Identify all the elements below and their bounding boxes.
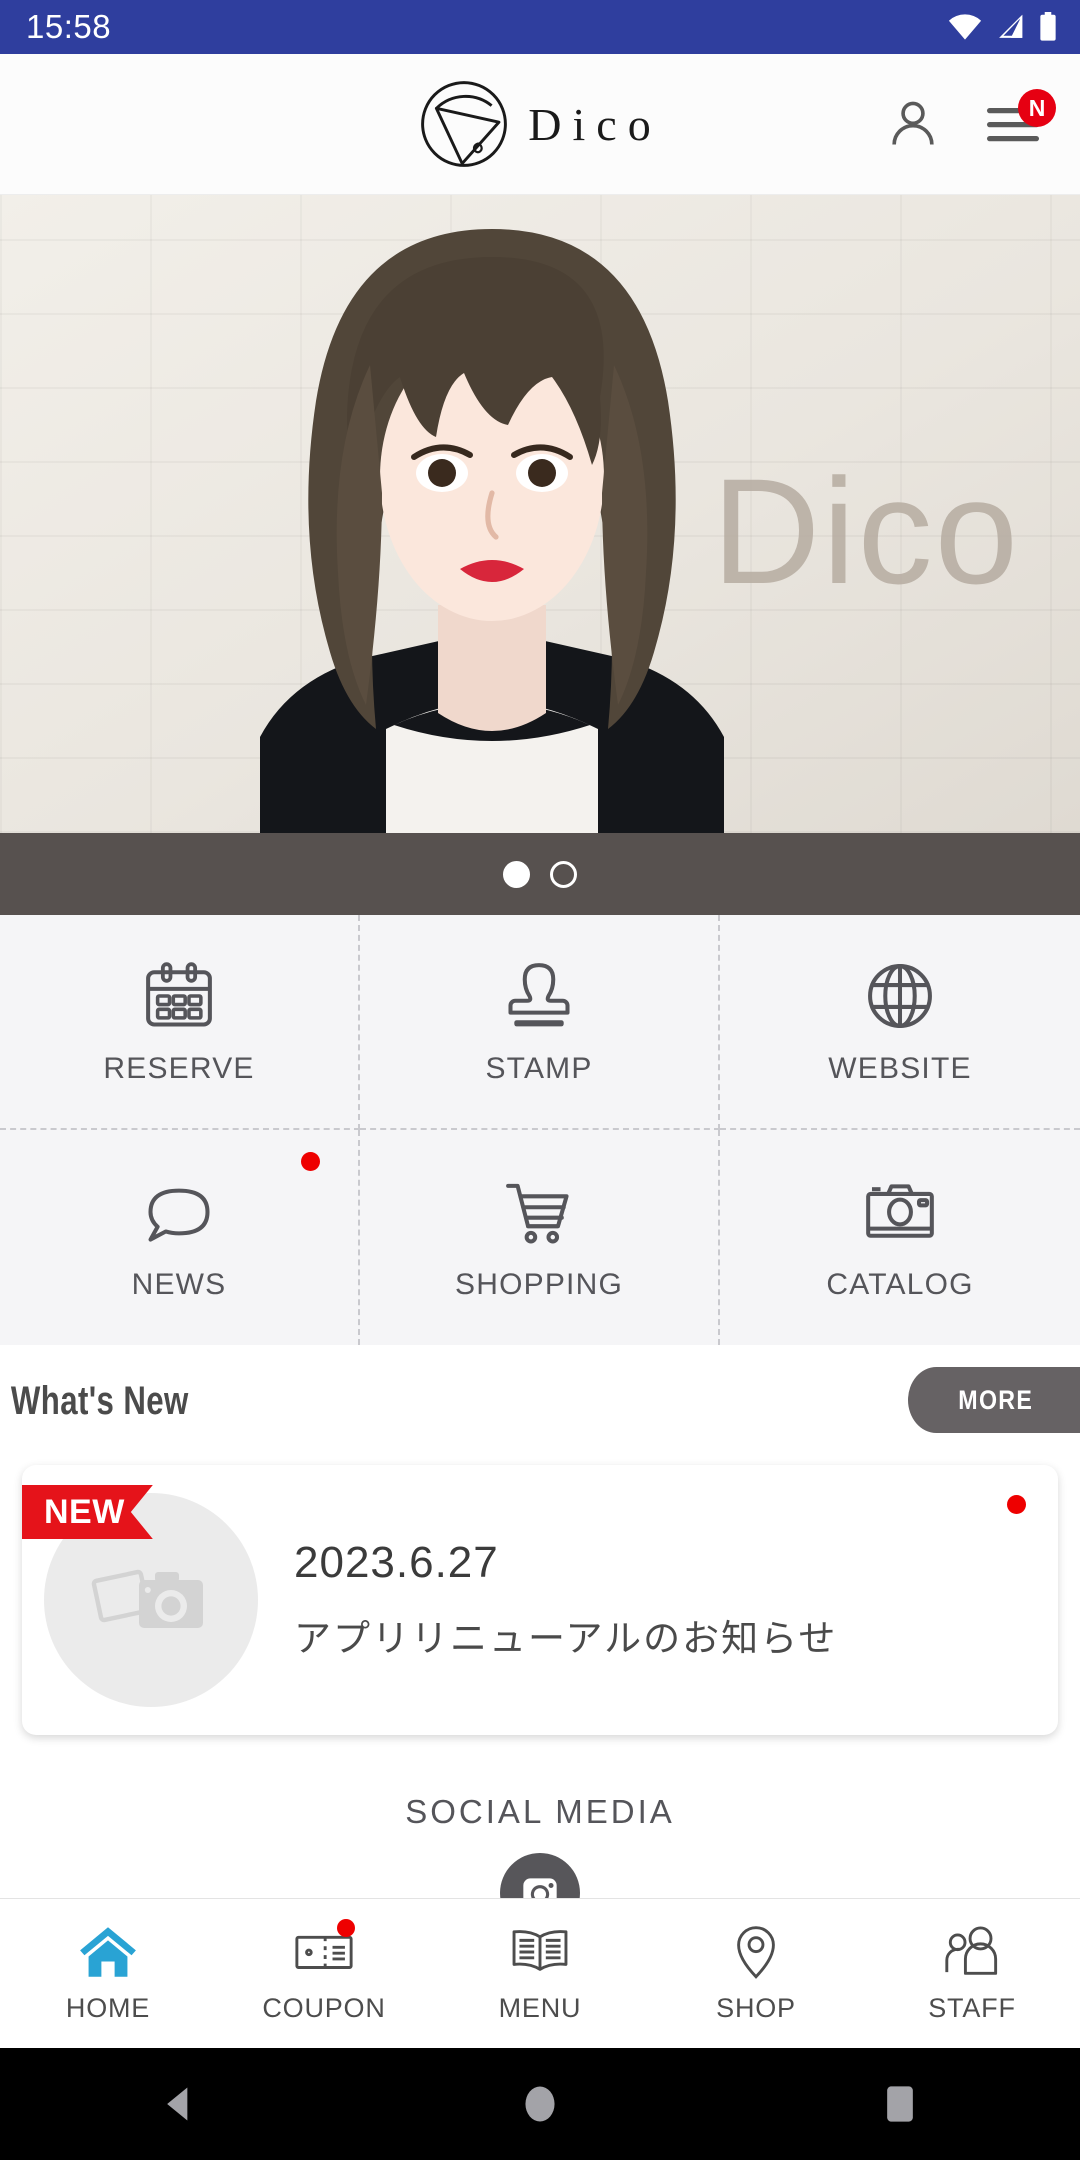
grid-item-label: STAMP <box>485 1051 593 1085</box>
bottom-navigation: HOME COUPON MENU SHOP STAFF <box>0 1898 1080 2048</box>
wifi-icon <box>948 14 982 40</box>
android-back-button[interactable] <box>105 2048 255 2160</box>
hero-model-figure <box>260 229 724 833</box>
shopping-cart-icon <box>506 1183 569 1243</box>
hero-image: Dico <box>0 195 1080 833</box>
app-root: 15:58 Dico N Dico RESERVE STAMP WEBSITE … <box>0 0 1080 2160</box>
nav-label: COUPON <box>262 1993 386 2023</box>
nav-item-shop[interactable]: SHOP <box>648 1899 864 2048</box>
globe-icon <box>868 963 932 1028</box>
home-icon <box>525 2086 555 2122</box>
whats-new-more-button[interactable]: MORE <box>908 1367 1080 1433</box>
grid-item-news[interactable]: NEWS <box>0 1130 360 1345</box>
grid-item-shopping[interactable]: SHOPPING <box>360 1130 720 1345</box>
open-book-icon <box>512 1930 568 1971</box>
grid-item-website[interactable]: WEBSITE <box>720 915 1080 1130</box>
status-bar: 15:58 <box>0 0 1080 54</box>
news-title: アプリリニューアルのお知らせ <box>294 1618 838 1659</box>
brand-logo-text: Dico <box>528 98 662 150</box>
android-navigation-bar <box>0 2048 1080 2160</box>
news-card-unread-badge <box>1007 1495 1026 1514</box>
news-date: 2023.6.27 <box>294 1538 499 1587</box>
recents-icon <box>887 2086 913 2122</box>
android-home-button[interactable] <box>465 2048 615 2160</box>
camera-icon <box>866 1183 934 1238</box>
map-pin-icon <box>737 1926 775 1979</box>
person-icon <box>892 101 934 145</box>
carousel-indicator[interactable] <box>0 833 1080 915</box>
grid-item-label: RESERVE <box>103 1051 255 1085</box>
speech-bubble-icon <box>148 1188 210 1242</box>
news-card[interactable]: NEW 2023.6.27 アプリリニューアルのお知らせ <box>22 1465 1058 1735</box>
stamp-icon <box>508 962 570 1026</box>
grid-item-label: CATALOG <box>826 1267 974 1301</box>
home-icon <box>80 1927 136 1977</box>
grid-item-reserve[interactable]: RESERVE <box>0 915 360 1130</box>
news-body: 2023.6.27 アプリリニューアルのお知らせ <box>258 1538 837 1662</box>
grid-item-stamp[interactable]: STAMP <box>360 915 720 1130</box>
nav-label: HOME <box>65 1993 151 2023</box>
nav-item-home[interactable]: HOME <box>0 1899 216 2048</box>
grid-item-label: NEWS <box>131 1267 227 1301</box>
nav-label: MENU <box>498 1993 582 2023</box>
menu-button[interactable]: N <box>982 89 1056 155</box>
header-actions: N <box>882 89 1080 155</box>
carousel-dot-2[interactable] <box>550 860 577 888</box>
grid-item-catalog[interactable]: CATALOG <box>720 1130 1080 1345</box>
status-time: 15:58 <box>26 8 112 45</box>
menu-notification-badge: N <box>1018 89 1056 127</box>
nav-item-menu[interactable]: MENU <box>432 1899 648 2048</box>
carousel-dot-1[interactable] <box>503 860 530 888</box>
android-recents-button[interactable] <box>825 2048 975 2160</box>
hero-carousel[interactable]: Dico <box>0 195 1080 833</box>
app-header: Dico N <box>0 54 1080 195</box>
battery-icon <box>1040 12 1056 41</box>
whats-new-header: What's New MORE <box>0 1345 1080 1457</box>
cellular-signal-icon <box>999 14 1023 38</box>
people-icon <box>945 1926 998 1975</box>
nav-label: SHOP <box>716 1993 796 2023</box>
grid-item-label: WEBSITE <box>828 1051 972 1085</box>
coupon-unread-badge <box>336 1919 355 1937</box>
nav-item-coupon[interactable]: COUPON <box>216 1899 432 2048</box>
dico-circle-triangle-logo <box>421 81 508 167</box>
back-icon <box>167 2087 188 2121</box>
status-icons <box>948 12 1058 42</box>
photo-placeholder-icon <box>91 1569 203 1628</box>
calendar-icon <box>146 961 212 1027</box>
nav-item-staff[interactable]: STAFF <box>864 1899 1080 2048</box>
whats-new-title: What's New <box>10 1378 189 1423</box>
nav-label: STAFF <box>928 1993 1016 2023</box>
grid-item-label: SHOPPING <box>455 1267 623 1301</box>
quick-action-grid: RESERVE STAMP WEBSITE NEWS SHOPPING CATA… <box>0 915 1080 1345</box>
account-button[interactable] <box>882 93 944 155</box>
news-unread-badge <box>301 1152 320 1171</box>
social-media-title: SOCIAL MEDIA <box>405 1793 675 1830</box>
